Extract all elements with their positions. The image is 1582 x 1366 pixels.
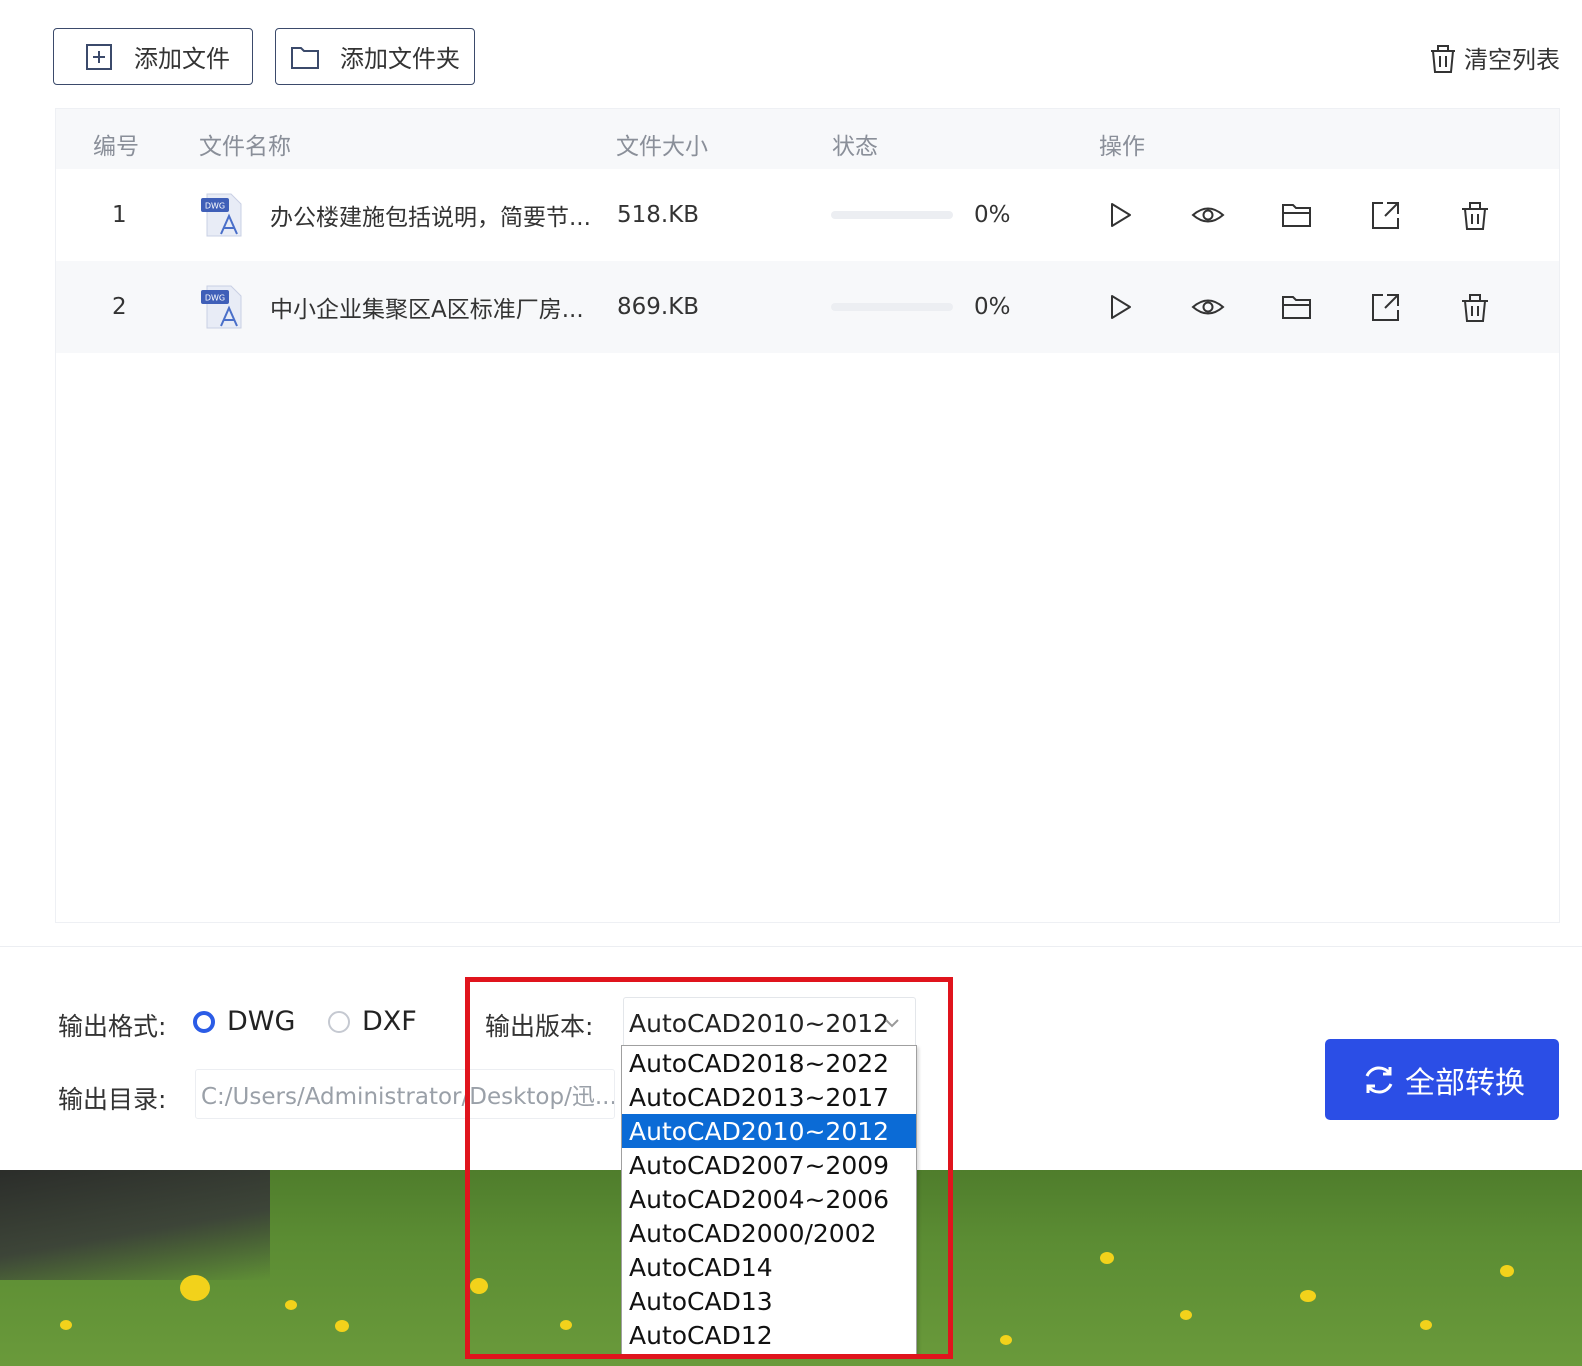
folder-open-icon[interactable] xyxy=(1280,261,1314,353)
row-file-name: 中小企业集聚区A区标准厂房... xyxy=(270,297,584,323)
dwg-file-icon: DWG xyxy=(199,169,245,261)
row-progress: 0% xyxy=(974,294,1011,320)
refresh-icon xyxy=(1365,1066,1393,1093)
row-file-name: 办公楼建施包括说明，简要节... xyxy=(270,205,591,231)
format-option-dxf: DXF xyxy=(362,1006,417,1037)
row-number: 2 xyxy=(112,294,127,320)
format-option-dwg: DWG xyxy=(227,1006,296,1037)
share-icon[interactable] xyxy=(1369,261,1403,353)
header-file-size: 文件大小 xyxy=(616,134,708,160)
clear-list-label: 清空列表 xyxy=(1464,46,1560,74)
convert-all-label: 全部转换 xyxy=(1405,1065,1525,1101)
add-file-label: 添加文件 xyxy=(134,45,230,73)
clear-list-button[interactable]: 清空列表 xyxy=(1428,40,1560,75)
convert-all-button[interactable]: 全部转换 xyxy=(1325,1039,1559,1120)
table-row: 2 DWG 中小企业集聚区A区标准厂房... 869.KB 0% xyxy=(56,261,1559,353)
play-icon[interactable] xyxy=(1103,169,1137,261)
format-radio-dwg[interactable]: DWG xyxy=(193,1006,295,1037)
radio-unchecked-icon xyxy=(328,1010,350,1033)
trash-icon[interactable] xyxy=(1458,261,1492,353)
file-type-badge: DWG xyxy=(205,202,225,211)
add-file-button[interactable]: 添加文件 xyxy=(53,28,253,85)
output-format-label: 输出格式: xyxy=(58,1012,167,1041)
row-file-size: 869.KB xyxy=(617,294,700,320)
header-file-name: 文件名称 xyxy=(199,134,291,160)
trash-icon xyxy=(1428,41,1458,75)
row-progress: 0% xyxy=(974,202,1011,228)
folder-icon xyxy=(290,42,320,72)
play-icon[interactable] xyxy=(1103,261,1137,353)
eye-icon[interactable] xyxy=(1191,261,1225,353)
table-header: 编号 文件名称 文件大小 状态 操作 xyxy=(56,109,1559,169)
row-file-size: 518.KB xyxy=(617,202,700,228)
toolbar: 添加文件 添加文件夹 清空列表 xyxy=(0,0,1582,100)
header-status: 状态 xyxy=(832,134,878,160)
add-folder-label: 添加文件夹 xyxy=(340,45,460,73)
dwg-file-icon: DWG xyxy=(199,261,245,353)
eye-icon[interactable] xyxy=(1191,169,1225,261)
trash-icon[interactable] xyxy=(1458,169,1492,261)
annotation-highlight-box xyxy=(465,977,953,1359)
header-number: 编号 xyxy=(93,134,139,160)
add-folder-button[interactable]: 添加文件夹 xyxy=(275,28,475,85)
plus-square-icon xyxy=(84,42,114,72)
file-type-badge: DWG xyxy=(205,294,225,303)
progress-bar xyxy=(831,169,953,261)
row-number: 1 xyxy=(112,202,127,228)
folder-open-icon[interactable] xyxy=(1280,169,1314,261)
table-row: 1 DWG 办公楼建施包括说明，简要节... 518.KB 0% xyxy=(56,169,1559,261)
header-actions: 操作 xyxy=(1099,134,1145,160)
output-dir-label: 输出目录: xyxy=(58,1085,167,1114)
share-icon[interactable] xyxy=(1369,169,1403,261)
format-radio-dxf[interactable]: DXF xyxy=(328,1006,417,1037)
file-list-panel: 编号 文件名称 文件大小 状态 操作 1 DWG 办公楼建施包括说明，简要节..… xyxy=(55,108,1560,923)
progress-bar xyxy=(831,261,953,353)
radio-checked-icon xyxy=(193,1010,215,1033)
